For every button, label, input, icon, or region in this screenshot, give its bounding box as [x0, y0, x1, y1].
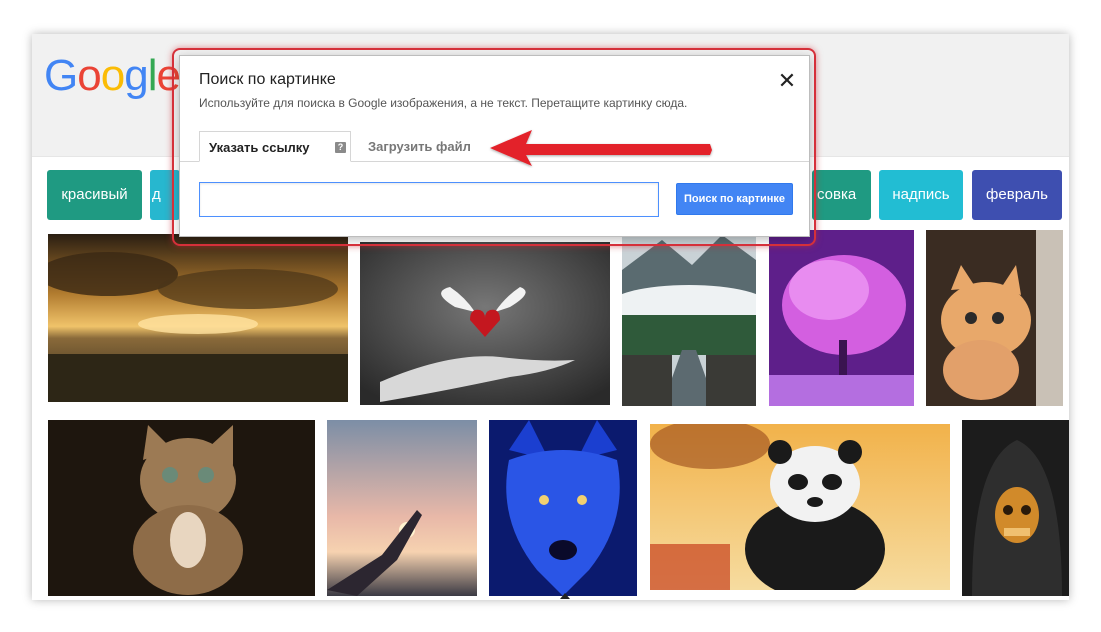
heart-with-wings-hand-photo [360, 242, 610, 405]
chip-risovka[interactable]: совка [812, 170, 871, 220]
sunset-clouds-photo [48, 234, 348, 402]
chip-nadpis[interactable]: надпись [879, 170, 963, 220]
google-logo[interactable]: Google [44, 51, 181, 100]
image-ginger-kitten[interactable] [926, 230, 1063, 406]
logo-letter: G [44, 51, 78, 100]
misty-mountains-bridge-photo [622, 230, 756, 406]
caret-up-icon [560, 593, 570, 599]
image-sky-hand[interactable] [327, 420, 477, 596]
arrow-left-icon [490, 130, 712, 166]
chip-label: д [152, 186, 161, 203]
image-misty-bridge[interactable] [622, 230, 756, 406]
logo-letter: g [124, 51, 149, 100]
kung-fu-panda-photo [650, 424, 950, 590]
image-panda[interactable] [650, 424, 950, 590]
image-hooded-skull[interactable] [962, 420, 1069, 596]
image-heart-wings[interactable] [360, 242, 610, 405]
image-blue-wolf[interactable] [489, 420, 637, 596]
logo-letter: o [77, 51, 102, 100]
praying-kitten-photo [48, 420, 315, 596]
purple-tree-photo [769, 230, 914, 406]
kitten-ginger-photo [926, 230, 1063, 406]
chip-krasivyi[interactable]: красивый [47, 170, 142, 220]
hooded-skull-photo [962, 420, 1069, 596]
logo-letter: l [147, 51, 158, 100]
image-praying-kitten[interactable] [48, 420, 315, 596]
image-sunset-clouds[interactable] [48, 234, 348, 402]
image-purple-tree[interactable] [769, 230, 914, 406]
chip-label: совка [817, 186, 857, 203]
sky-hand-sunset-photo [327, 420, 477, 596]
chip-fevral[interactable]: февраль [972, 170, 1062, 220]
blue-wolf-photo [489, 420, 637, 596]
logo-letter: o [100, 51, 126, 100]
